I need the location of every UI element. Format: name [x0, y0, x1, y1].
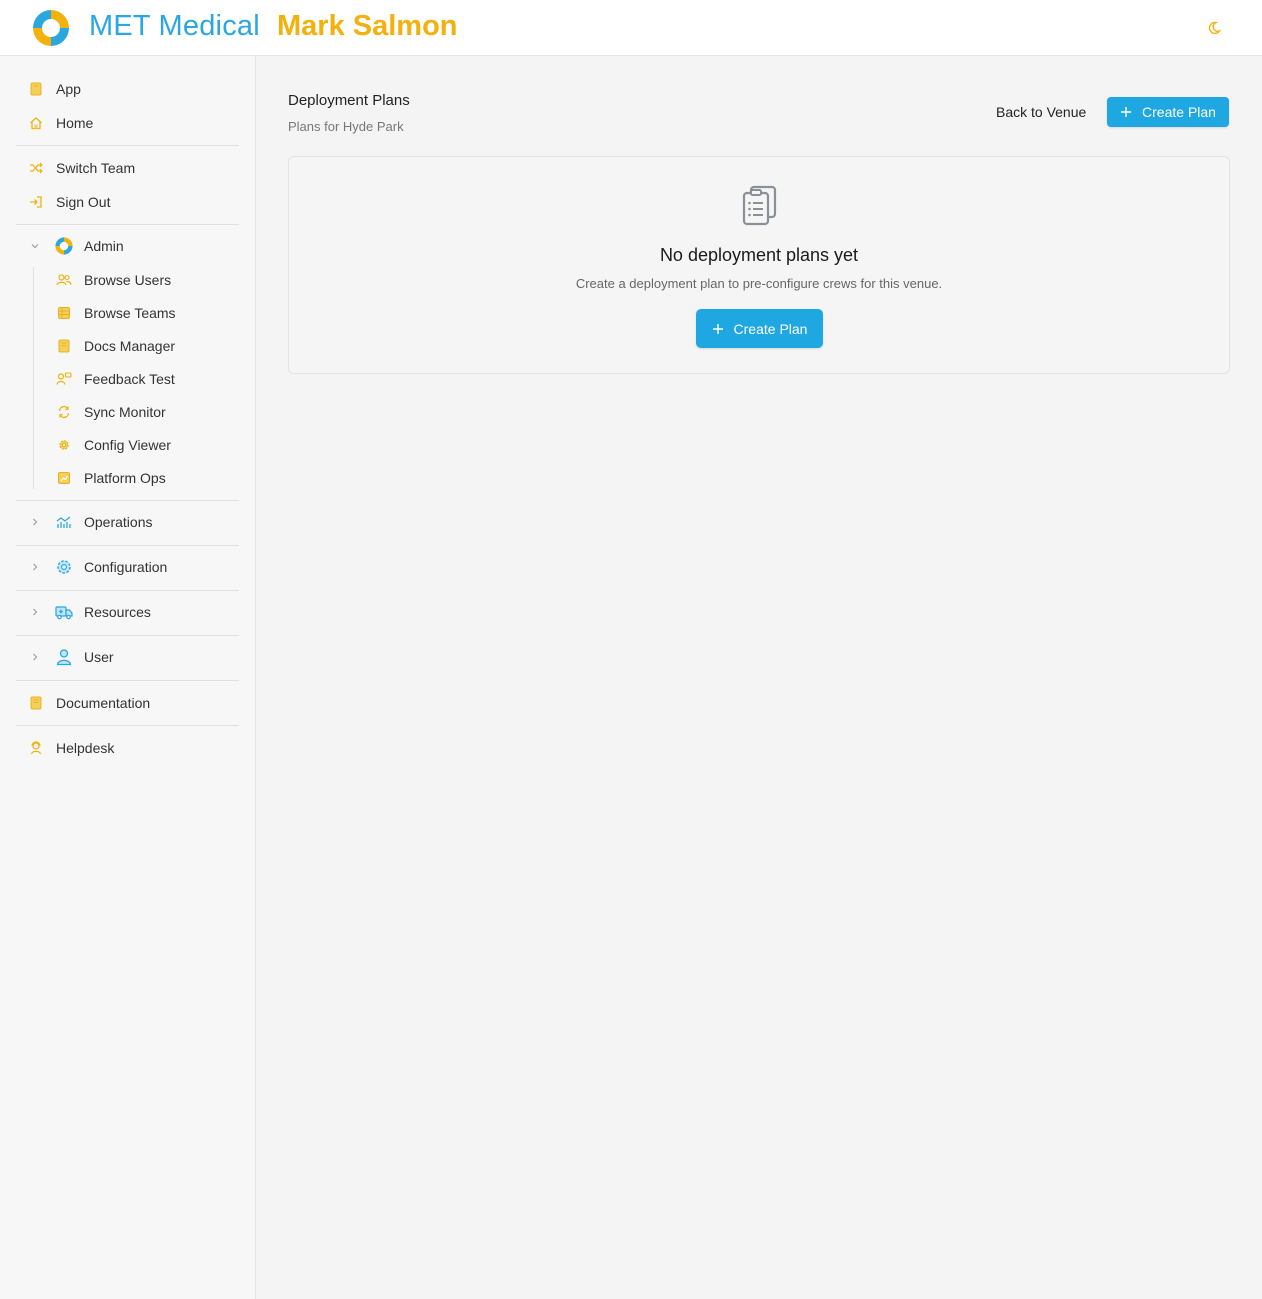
moon-icon: [1208, 21, 1221, 35]
user-name: Mark Salmon: [277, 10, 458, 42]
page-subtitle: Plans for Hyde Park: [288, 119, 404, 134]
sign-out-icon: [28, 194, 44, 210]
gear-icon: [56, 437, 72, 453]
sidebar-item-label: Helpdesk: [56, 740, 115, 756]
sidebar-item-label: Sign Out: [56, 194, 111, 210]
sidebar-divider: [16, 635, 239, 636]
plus-icon: [712, 323, 724, 335]
plus-icon: [1120, 106, 1132, 118]
sidebar-item-app[interactable]: App: [16, 74, 239, 104]
helpdesk-icon: [28, 740, 44, 756]
create-plan-label: Create Plan: [733, 320, 808, 337]
sidebar-divider: [16, 224, 239, 225]
book-icon: [56, 338, 72, 354]
sidebar-item-home[interactable]: Home: [16, 108, 239, 138]
chevron-right-icon: [28, 560, 42, 574]
home-icon: [28, 115, 44, 131]
chevron-right-icon: [28, 515, 42, 529]
met-medical-logo[interactable]: [30, 7, 72, 49]
sidebar-item-label: Feedback Test: [84, 371, 175, 387]
app-name: MET Medical: [89, 10, 260, 42]
sidebar-divider: [16, 500, 239, 501]
sidebar-item-label: Platform Ops: [84, 470, 166, 486]
sidebar-item-label: Browse Teams: [84, 305, 176, 321]
sidebar-item-sign-out[interactable]: Sign Out: [16, 187, 239, 217]
sidebar: App Home Switch Team Sign Out Admin Brow…: [0, 56, 256, 1299]
sidebar-item-label: Config Viewer: [84, 437, 171, 453]
clipboard-list-icon: [742, 185, 777, 226]
sidebar-item-feedback-test[interactable]: Feedback Test: [16, 364, 239, 394]
sidebar-item-platform-ops[interactable]: Platform Ops: [16, 463, 239, 493]
sidebar-item-documentation[interactable]: Documentation: [16, 688, 239, 718]
create-plan-label: Create Plan: [1142, 104, 1216, 120]
sidebar-item-switch-team[interactable]: Switch Team: [16, 153, 239, 183]
create-plan-button-empty[interactable]: Create Plan: [696, 309, 823, 348]
sidebar-group-label: Operations: [84, 514, 153, 530]
chevron-right-icon: [28, 650, 42, 664]
sidebar-group-resources[interactable]: Resources: [16, 597, 239, 627]
main-content: Deployment Plans Plans for Hyde Park Bac…: [256, 56, 1262, 1299]
sidebar-group-user[interactable]: User: [16, 642, 239, 672]
sidebar-group-label: Admin: [84, 238, 124, 254]
empty-state-text: Create a deployment plan to pre-configur…: [575, 276, 943, 291]
sidebar-item-label: Home: [56, 115, 94, 131]
back-to-venue-button[interactable]: Back to Venue: [996, 104, 1086, 120]
bar-chart-icon: [56, 514, 72, 530]
sidebar-group-configuration[interactable]: Configuration: [16, 552, 239, 582]
feedback-icon: [56, 371, 72, 387]
gear-icon: [55, 558, 73, 576]
sidebar-group-label: Resources: [84, 604, 151, 620]
sidebar-item-label: Switch Team: [56, 160, 136, 176]
sidebar-item-label: Sync Monitor: [84, 404, 166, 420]
create-plan-button[interactable]: Create Plan: [1107, 97, 1229, 127]
sidebar-item-sync-monitor[interactable]: Sync Monitor: [16, 397, 239, 427]
empty-state-title: No deployment plans yet: [659, 245, 859, 265]
chart-icon: [56, 470, 72, 486]
users-icon: [56, 272, 72, 288]
sidebar-item-config-viewer[interactable]: Config Viewer: [16, 430, 239, 460]
top-header: MET Medical Mark Salmon: [0, 0, 1262, 56]
sidebar-divider: [16, 545, 239, 546]
sidebar-divider: [16, 145, 239, 146]
admin-logo-icon: [54, 236, 74, 256]
sidebar-item-docs-manager[interactable]: Docs Manager: [16, 331, 239, 361]
sidebar-group-operations[interactable]: Operations: [16, 507, 239, 537]
page-title: Deployment Plans: [288, 92, 410, 109]
sidebar-divider: [16, 725, 239, 726]
table-icon: [56, 305, 72, 321]
sidebar-item-label: Docs Manager: [84, 338, 176, 354]
sidebar-item-helpdesk[interactable]: Helpdesk: [16, 733, 239, 763]
ambulance-icon: [55, 604, 73, 620]
sidebar-divider: [16, 590, 239, 591]
sync-icon: [56, 404, 72, 420]
chevron-down-icon: [28, 239, 42, 253]
sidebar-item-label: App: [56, 81, 81, 97]
empty-state-card: No deployment plans yet Create a deploym…: [288, 156, 1230, 374]
sidebar-item-label: Browse Users: [84, 272, 172, 288]
chevron-right-icon: [28, 605, 42, 619]
sidebar-item-browse-teams[interactable]: Browse Teams: [16, 298, 239, 328]
sidebar-group-label: User: [84, 649, 114, 665]
sidebar-item-label: Documentation: [56, 695, 151, 711]
user-icon: [55, 648, 73, 666]
sidebar-group-admin[interactable]: Admin: [16, 231, 239, 261]
sidebar-divider: [16, 680, 239, 681]
book-icon: [28, 81, 44, 97]
book-icon: [28, 695, 44, 711]
sidebar-group-label: Configuration: [84, 559, 168, 575]
shuffle-icon: [28, 160, 44, 176]
sidebar-item-browse-users[interactable]: Browse Users: [16, 265, 239, 295]
theme-toggle-button[interactable]: [1203, 17, 1225, 39]
